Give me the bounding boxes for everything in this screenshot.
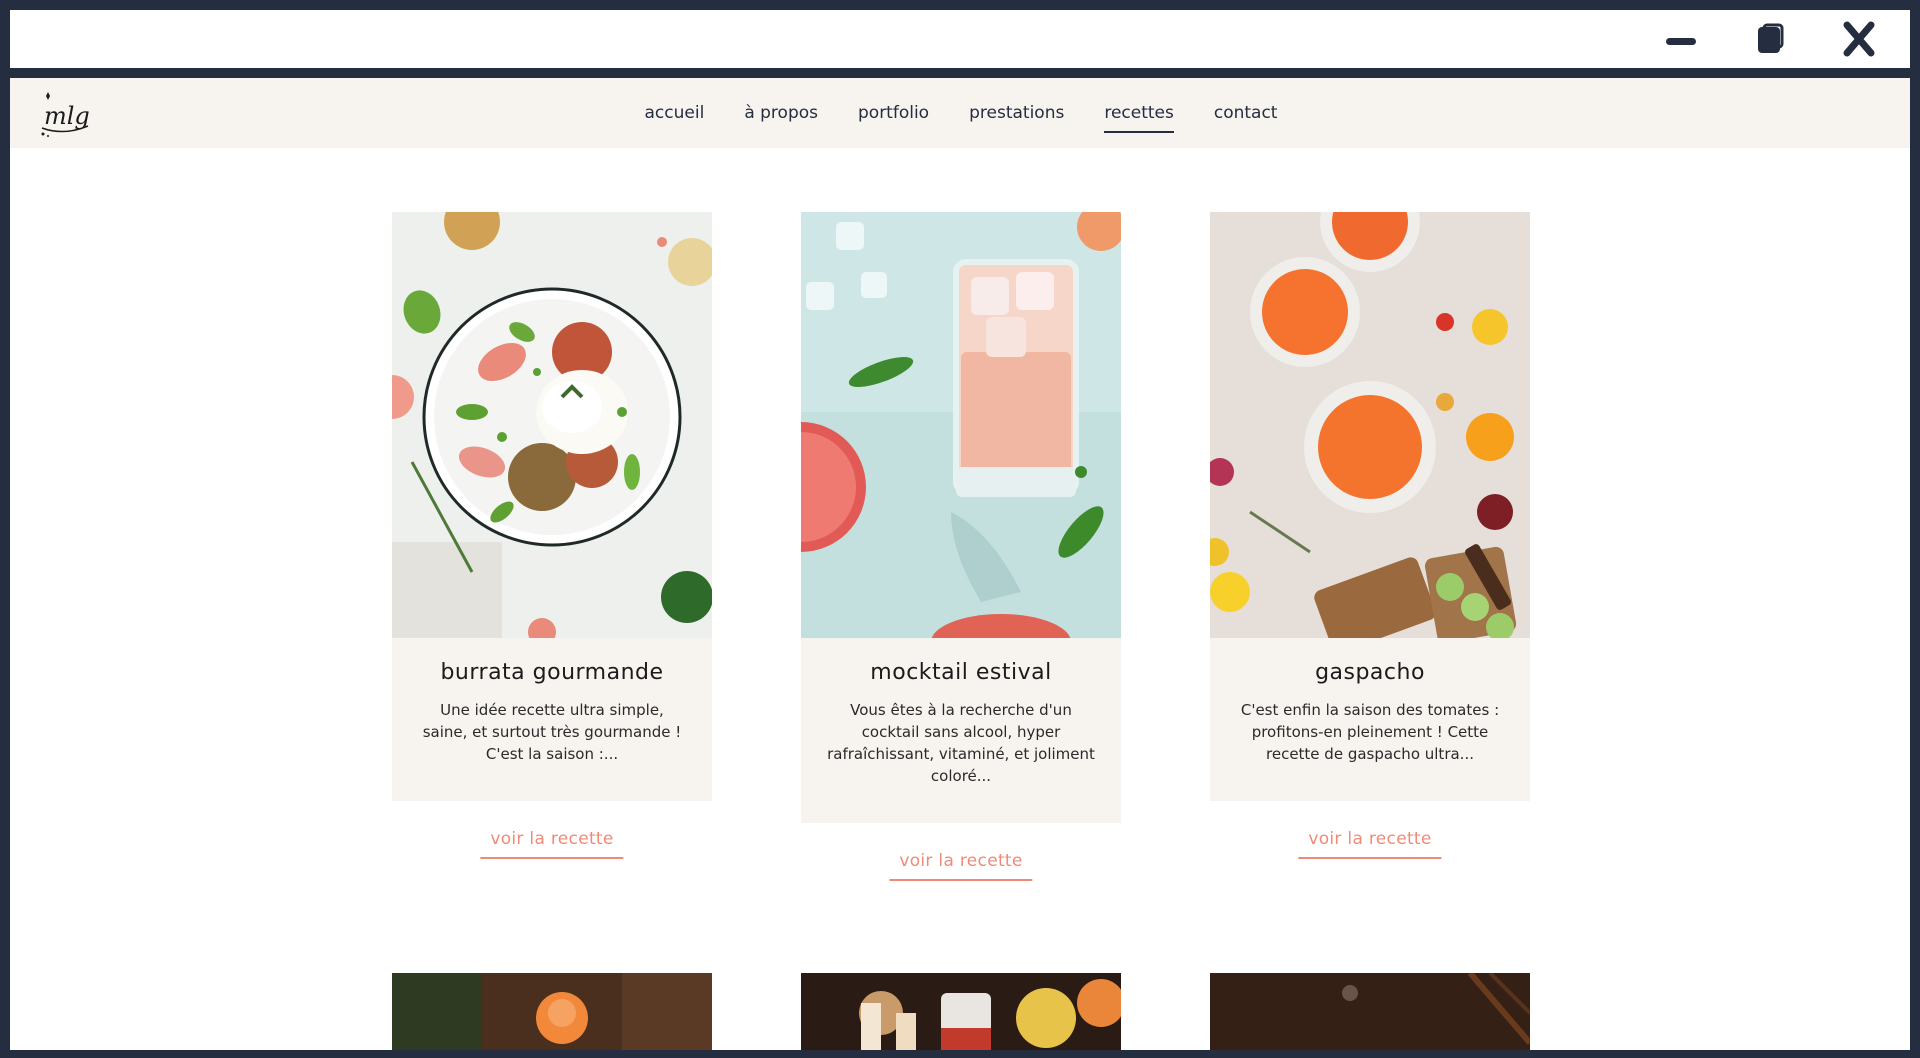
recipe-title[interactable]: gaspacho <box>1234 660 1506 685</box>
recipe-card-body: mocktail estival Vous êtes à la recherch… <box>801 638 1121 823</box>
nav-item-accueil[interactable]: accueil <box>645 99 705 127</box>
maximize-icon[interactable] <box>1745 20 1795 60</box>
title-bar-divider <box>10 68 1910 78</box>
recipe-image-partial[interactable] <box>801 973 1121 1050</box>
recipe-image-gaspacho[interactable] <box>1210 212 1530 638</box>
browser-window: mlg accueil à propos portfolio prestatio… <box>10 10 1910 1050</box>
view-recipe-link[interactable]: voir la recette <box>889 851 1033 881</box>
minimize-icon[interactable] <box>1655 20 1705 60</box>
close-icon[interactable] <box>1835 20 1885 60</box>
recipe-description: C'est enfin la saison des tomates : prof… <box>1240 701 1500 763</box>
view-recipe-link[interactable]: voir la recette <box>480 829 624 859</box>
nav-item-prestations[interactable]: prestations <box>969 99 1064 127</box>
recipe-image-partial[interactable] <box>1210 973 1530 1050</box>
nav-item-recettes[interactable]: recettes <box>1104 99 1174 133</box>
title-bar <box>10 10 1910 68</box>
recipe-title[interactable]: burrata gourmande <box>416 660 688 685</box>
nav-item-portfolio[interactable]: portfolio <box>858 99 929 127</box>
nav-item-contact[interactable]: contact <box>1214 99 1278 127</box>
recipe-image-burrata[interactable] <box>392 212 712 638</box>
recipe-description: Une idée recette ultra simple, saine, et… <box>422 701 682 763</box>
recipe-description: Vous êtes à la recherche d'un cocktail s… <box>827 701 1095 785</box>
view-recipe-link[interactable]: voir la recette <box>1298 829 1442 859</box>
site-navbar: mlg accueil à propos portfolio prestatio… <box>10 78 1910 148</box>
recipe-image-partial[interactable] <box>392 973 712 1050</box>
recipe-image-mocktail[interactable] <box>801 212 1121 638</box>
main-navigation: accueil à propos portfolio prestations r… <box>10 78 1910 148</box>
recipe-card-body: gaspacho C'est enfin la saison des tomat… <box>1210 638 1530 801</box>
nav-item-a-propos[interactable]: à propos <box>744 99 818 127</box>
recipe-title[interactable]: mocktail estival <box>825 660 1097 685</box>
recipe-card-body: burrata gourmande Une idée recette ultra… <box>392 638 712 801</box>
